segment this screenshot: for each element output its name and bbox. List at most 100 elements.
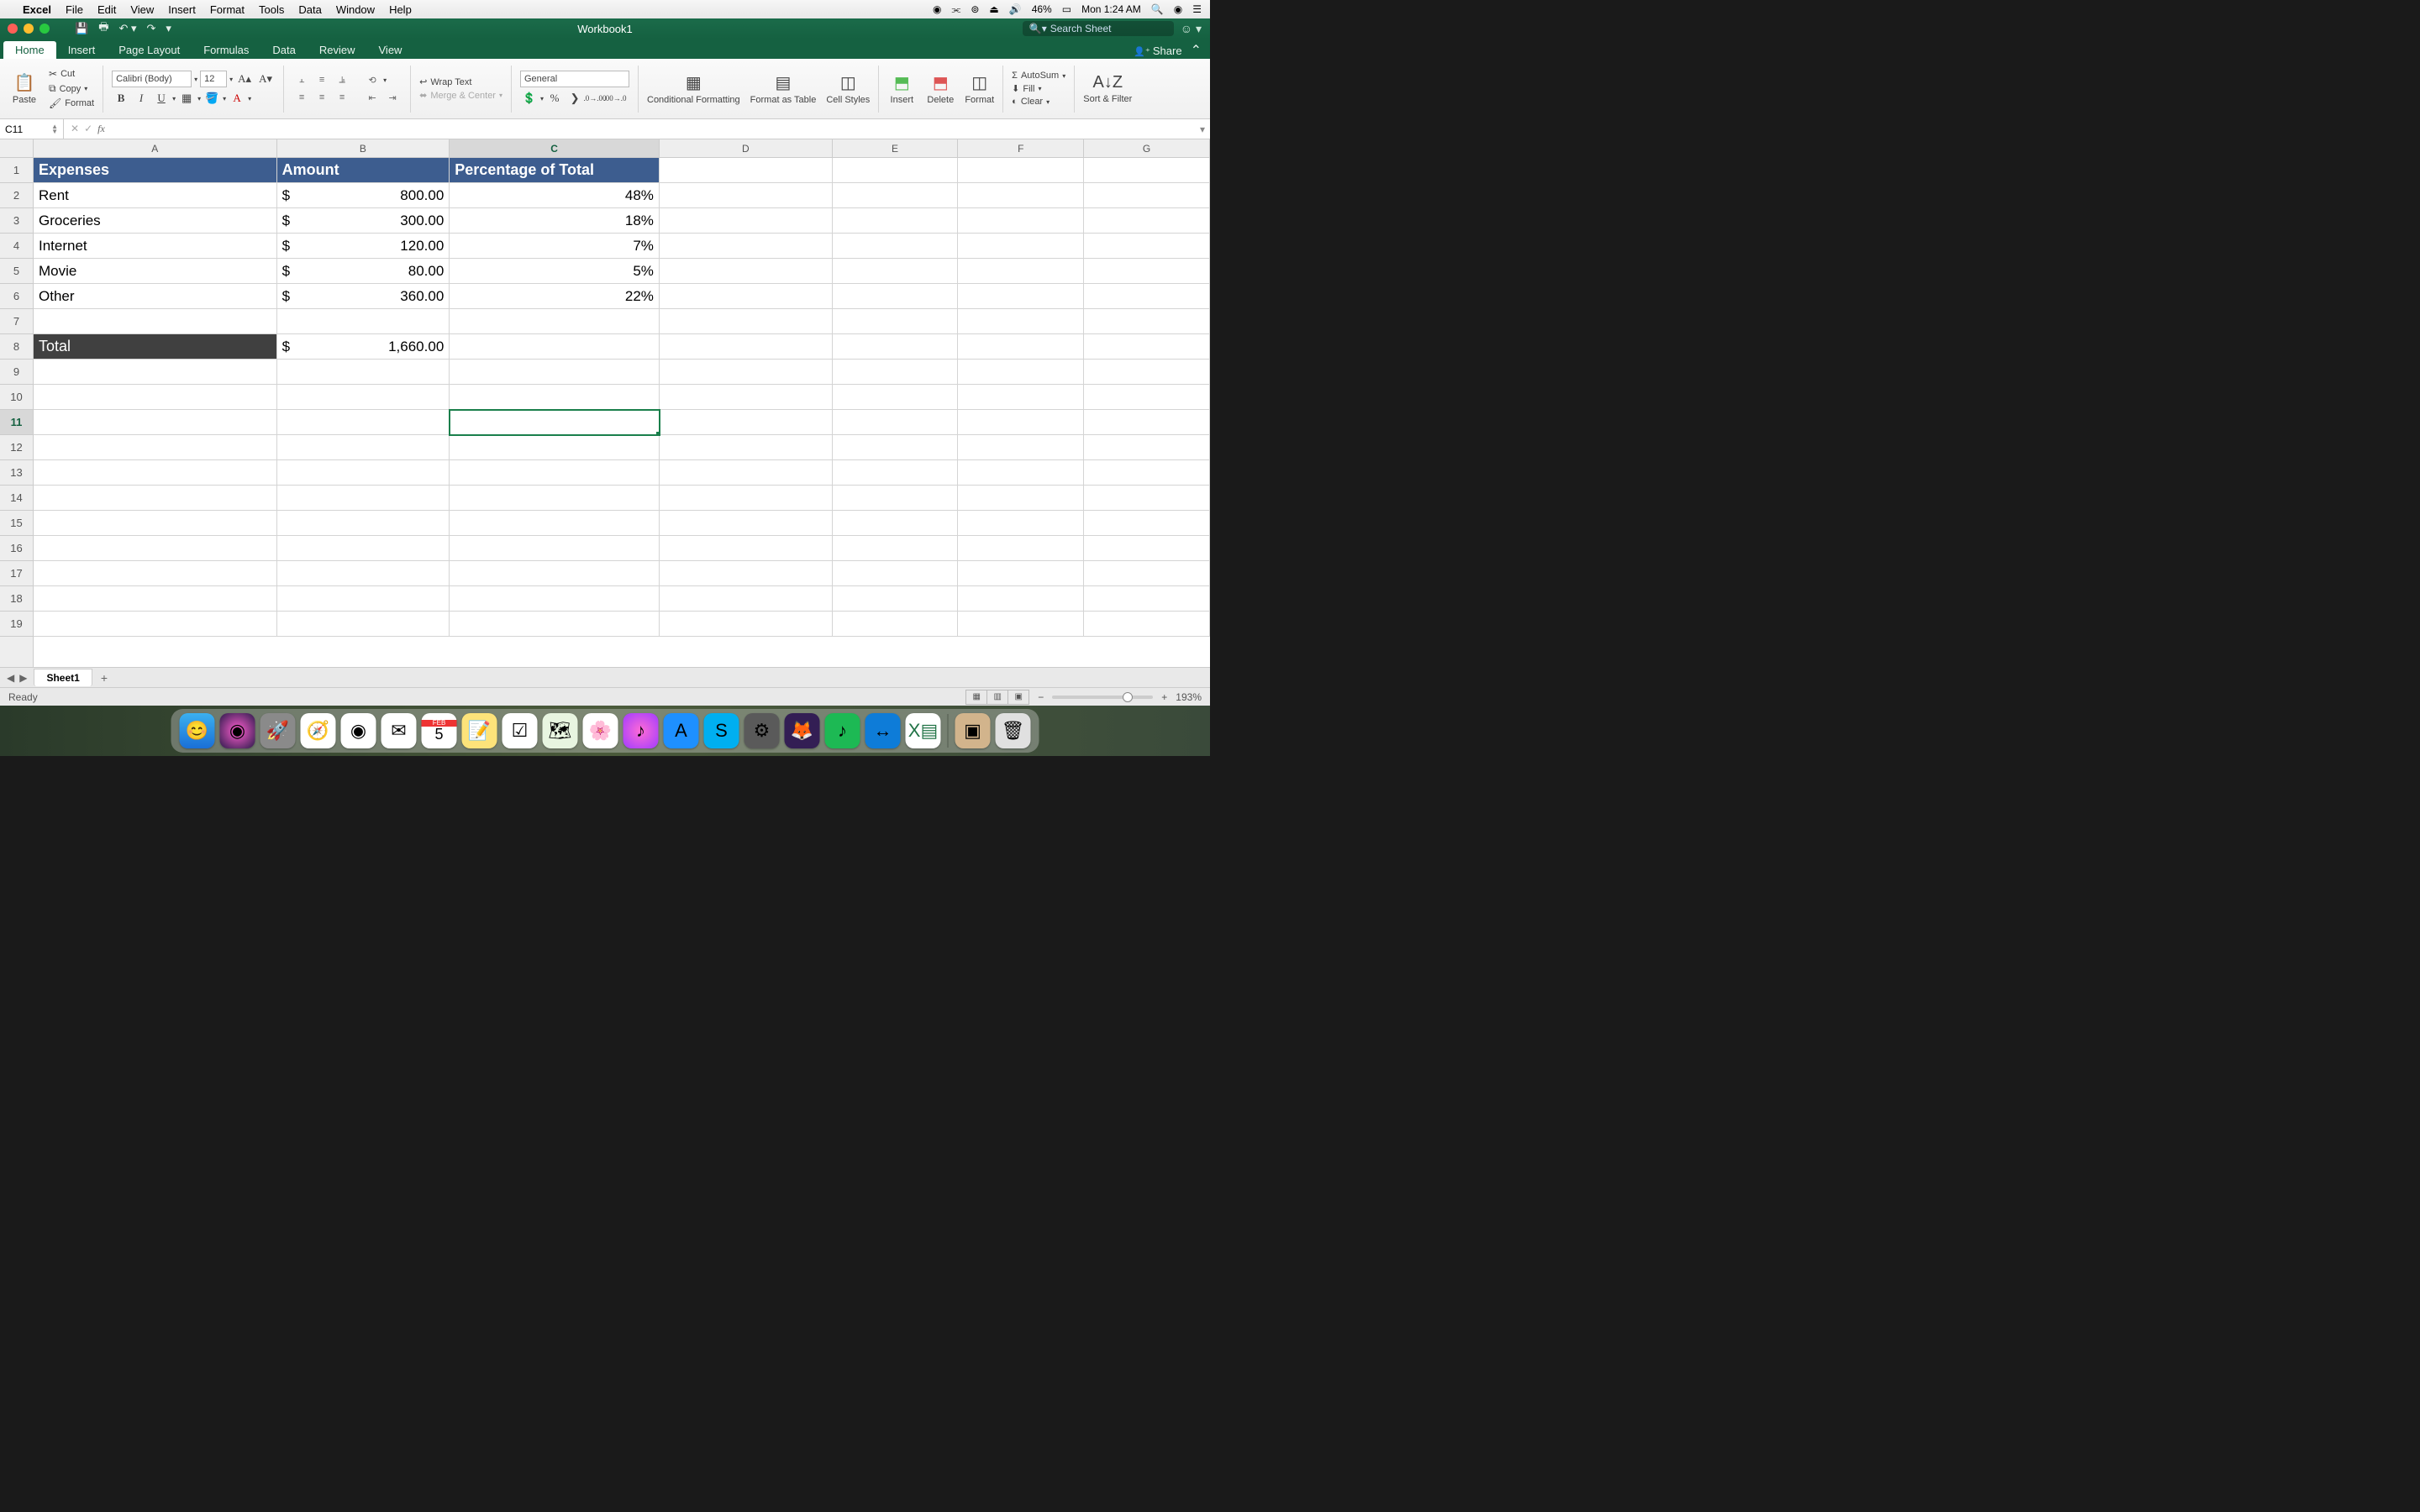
- cell[interactable]: $300.00: [277, 208, 450, 234]
- cell-styles-button[interactable]: ◫Cell Styles: [823, 71, 873, 107]
- increase-decimal-icon[interactable]: .0→.00: [586, 90, 604, 107]
- menu-file[interactable]: File: [66, 3, 83, 16]
- tab-home[interactable]: Home: [3, 41, 56, 59]
- menu-insert[interactable]: Insert: [168, 3, 196, 16]
- row-header-17[interactable]: 17: [0, 561, 33, 586]
- prev-sheet-icon[interactable]: ◀: [7, 672, 14, 684]
- qat-customize-icon[interactable]: ▾: [166, 22, 171, 35]
- zoom-window-button[interactable]: [39, 24, 50, 34]
- dock-mail[interactable]: ✉: [381, 713, 417, 748]
- collapse-ribbon-icon[interactable]: ⌃: [1191, 42, 1202, 59]
- percent-format-icon[interactable]: %: [545, 90, 564, 107]
- cell[interactable]: [833, 586, 959, 612]
- cell[interactable]: [833, 309, 959, 334]
- col-header-D[interactable]: D: [660, 139, 833, 157]
- cell[interactable]: Movie: [34, 259, 277, 284]
- cell[interactable]: [450, 486, 660, 511]
- align-right-icon[interactable]: ≡: [333, 90, 351, 105]
- cell[interactable]: [958, 612, 1084, 637]
- col-header-B[interactable]: B: [277, 139, 450, 157]
- dock-trash[interactable]: 🗑: [996, 713, 1031, 748]
- dock-siri[interactable]: ◉: [220, 713, 255, 748]
- battery-icon[interactable]: ▭: [1062, 3, 1071, 15]
- view-normal-icon[interactable]: ▦: [965, 690, 987, 705]
- accept-formula-icon[interactable]: ✓: [84, 123, 92, 135]
- cell[interactable]: [660, 234, 833, 259]
- cell[interactable]: [958, 334, 1084, 360]
- cell[interactable]: [1084, 208, 1210, 234]
- cell[interactable]: Amount: [277, 158, 450, 183]
- clock[interactable]: Mon 1:24 AM: [1081, 3, 1141, 15]
- delete-cells-button[interactable]: ⬒Delete: [923, 71, 958, 107]
- cell[interactable]: [277, 536, 450, 561]
- fill-handle[interactable]: [656, 432, 660, 435]
- row-header-9[interactable]: 9: [0, 360, 33, 385]
- dock-settings[interactable]: ⚙: [744, 713, 780, 748]
- cell[interactable]: [660, 284, 833, 309]
- dock-spotify[interactable]: ♪: [825, 713, 860, 748]
- cell[interactable]: [1084, 410, 1210, 435]
- name-box-stepper-icon[interactable]: ▲▼: [51, 124, 58, 134]
- cell[interactable]: [958, 586, 1084, 612]
- cell[interactable]: [833, 208, 959, 234]
- cell[interactable]: Total: [34, 334, 277, 360]
- menu-format[interactable]: Format: [210, 3, 245, 16]
- menu-tools[interactable]: Tools: [259, 3, 284, 16]
- dock-appstore[interactable]: A: [664, 713, 699, 748]
- cell[interactable]: [660, 460, 833, 486]
- cell[interactable]: [1084, 259, 1210, 284]
- menu-view[interactable]: View: [130, 3, 154, 16]
- cell[interactable]: [277, 460, 450, 486]
- dock-zip[interactable]: ▣: [955, 713, 991, 748]
- row-header-4[interactable]: 4: [0, 234, 33, 259]
- row-header-15[interactable]: 15: [0, 511, 33, 536]
- cell[interactable]: [833, 259, 959, 284]
- wifi-icon[interactable]: ⊚: [971, 3, 979, 15]
- dock-itunes[interactable]: ♪: [623, 713, 659, 748]
- cell[interactable]: [277, 511, 450, 536]
- cell[interactable]: 7%: [450, 234, 660, 259]
- bold-button[interactable]: B: [112, 90, 130, 107]
- zoom-out-icon[interactable]: −: [1038, 691, 1044, 703]
- cell[interactable]: [958, 208, 1084, 234]
- row-header-19[interactable]: 19: [0, 612, 33, 637]
- row-header-8[interactable]: 8: [0, 334, 33, 360]
- clear-button[interactable]: ◐Clear▾: [1012, 97, 1065, 107]
- cell[interactable]: [958, 360, 1084, 385]
- cell[interactable]: [833, 536, 959, 561]
- cell[interactable]: [833, 561, 959, 586]
- cell[interactable]: [833, 158, 959, 183]
- cell[interactable]: [1084, 612, 1210, 637]
- cell[interactable]: [1084, 309, 1210, 334]
- cell[interactable]: [34, 410, 277, 435]
- zoom-slider[interactable]: [1052, 696, 1153, 699]
- fill-color-button[interactable]: 🪣: [203, 90, 221, 107]
- cell[interactable]: [958, 183, 1084, 208]
- cell[interactable]: [1084, 334, 1210, 360]
- view-page-break-icon[interactable]: ▣: [1007, 690, 1029, 705]
- cell[interactable]: [277, 410, 450, 435]
- cell[interactable]: [1084, 158, 1210, 183]
- cell[interactable]: [958, 234, 1084, 259]
- sheet-tab-sheet1[interactable]: Sheet1: [34, 669, 92, 686]
- col-header-E[interactable]: E: [833, 139, 959, 157]
- cell[interactable]: [1084, 460, 1210, 486]
- cell[interactable]: [660, 435, 833, 460]
- qat-print-icon[interactable]: 🖶: [98, 19, 108, 38]
- cell[interactable]: [660, 511, 833, 536]
- cell[interactable]: [833, 183, 959, 208]
- cell[interactable]: Internet: [34, 234, 277, 259]
- align-center-icon[interactable]: ≡: [313, 90, 331, 105]
- app-name[interactable]: Excel: [23, 3, 51, 16]
- cell[interactable]: [958, 486, 1084, 511]
- cell[interactable]: Other: [34, 284, 277, 309]
- row-header-13[interactable]: 13: [0, 460, 33, 486]
- cell[interactable]: [1084, 536, 1210, 561]
- cell[interactable]: [958, 385, 1084, 410]
- cell[interactable]: [1084, 234, 1210, 259]
- menu-window[interactable]: Window: [336, 3, 375, 16]
- cell[interactable]: [833, 460, 959, 486]
- row-header-7[interactable]: 7: [0, 309, 33, 334]
- cell[interactable]: Percentage of Total: [450, 158, 660, 183]
- zoom-in-icon[interactable]: +: [1161, 691, 1167, 703]
